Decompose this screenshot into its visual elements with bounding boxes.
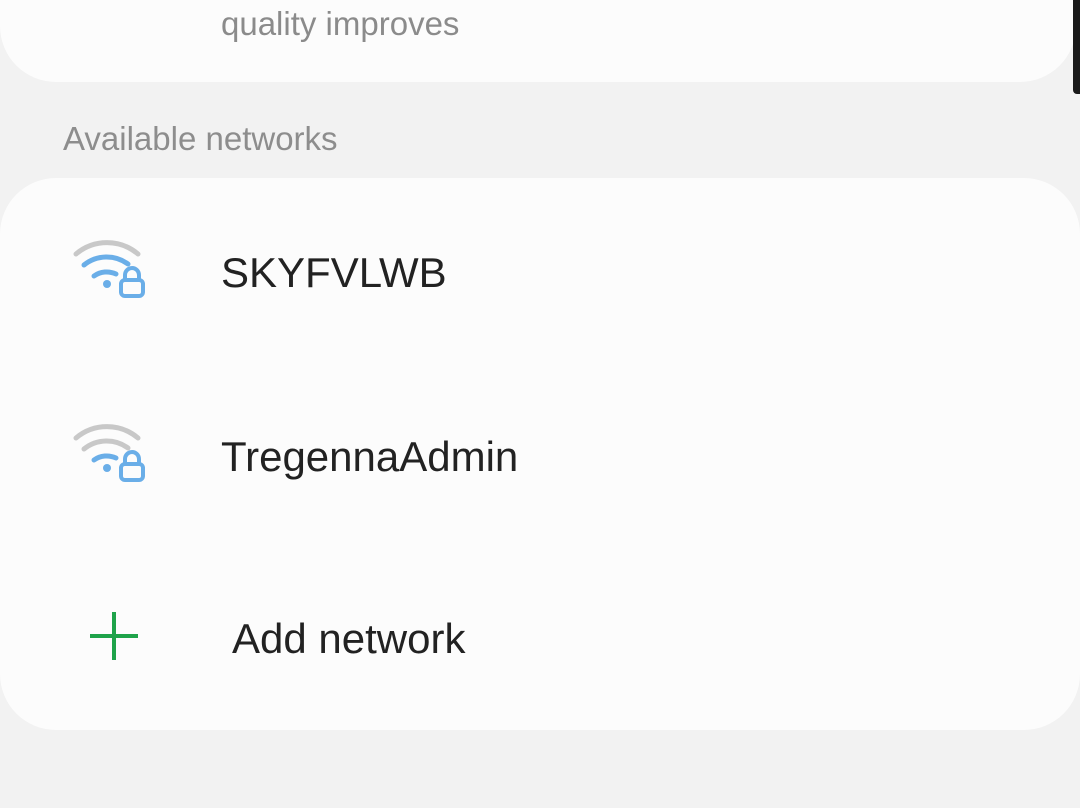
add-network-label: Add network [232,615,466,662]
add-network-button[interactable]: Add network [0,546,1080,730]
network-ssid: TregennaAdmin [221,433,519,480]
network-item-tregennaadmin[interactable]: TregennaAdmin [0,362,1080,546]
previous-network-card[interactable]: quality improves [0,0,1076,82]
network-item-skyfvlwb[interactable]: SKYFVLWB [0,178,1080,362]
network-status-subtitle: quality improves [221,5,460,42]
section-header-available-networks: Available networks [63,120,338,157]
wifi-lock-icon [73,424,145,482]
scrollbar[interactable] [1073,0,1080,94]
plus-icon [90,612,138,660]
available-networks-list: SKYFVLWB TregennaAdmin Add network [0,178,1080,730]
wifi-lock-icon [73,240,145,298]
network-ssid: SKYFVLWB [221,249,447,296]
